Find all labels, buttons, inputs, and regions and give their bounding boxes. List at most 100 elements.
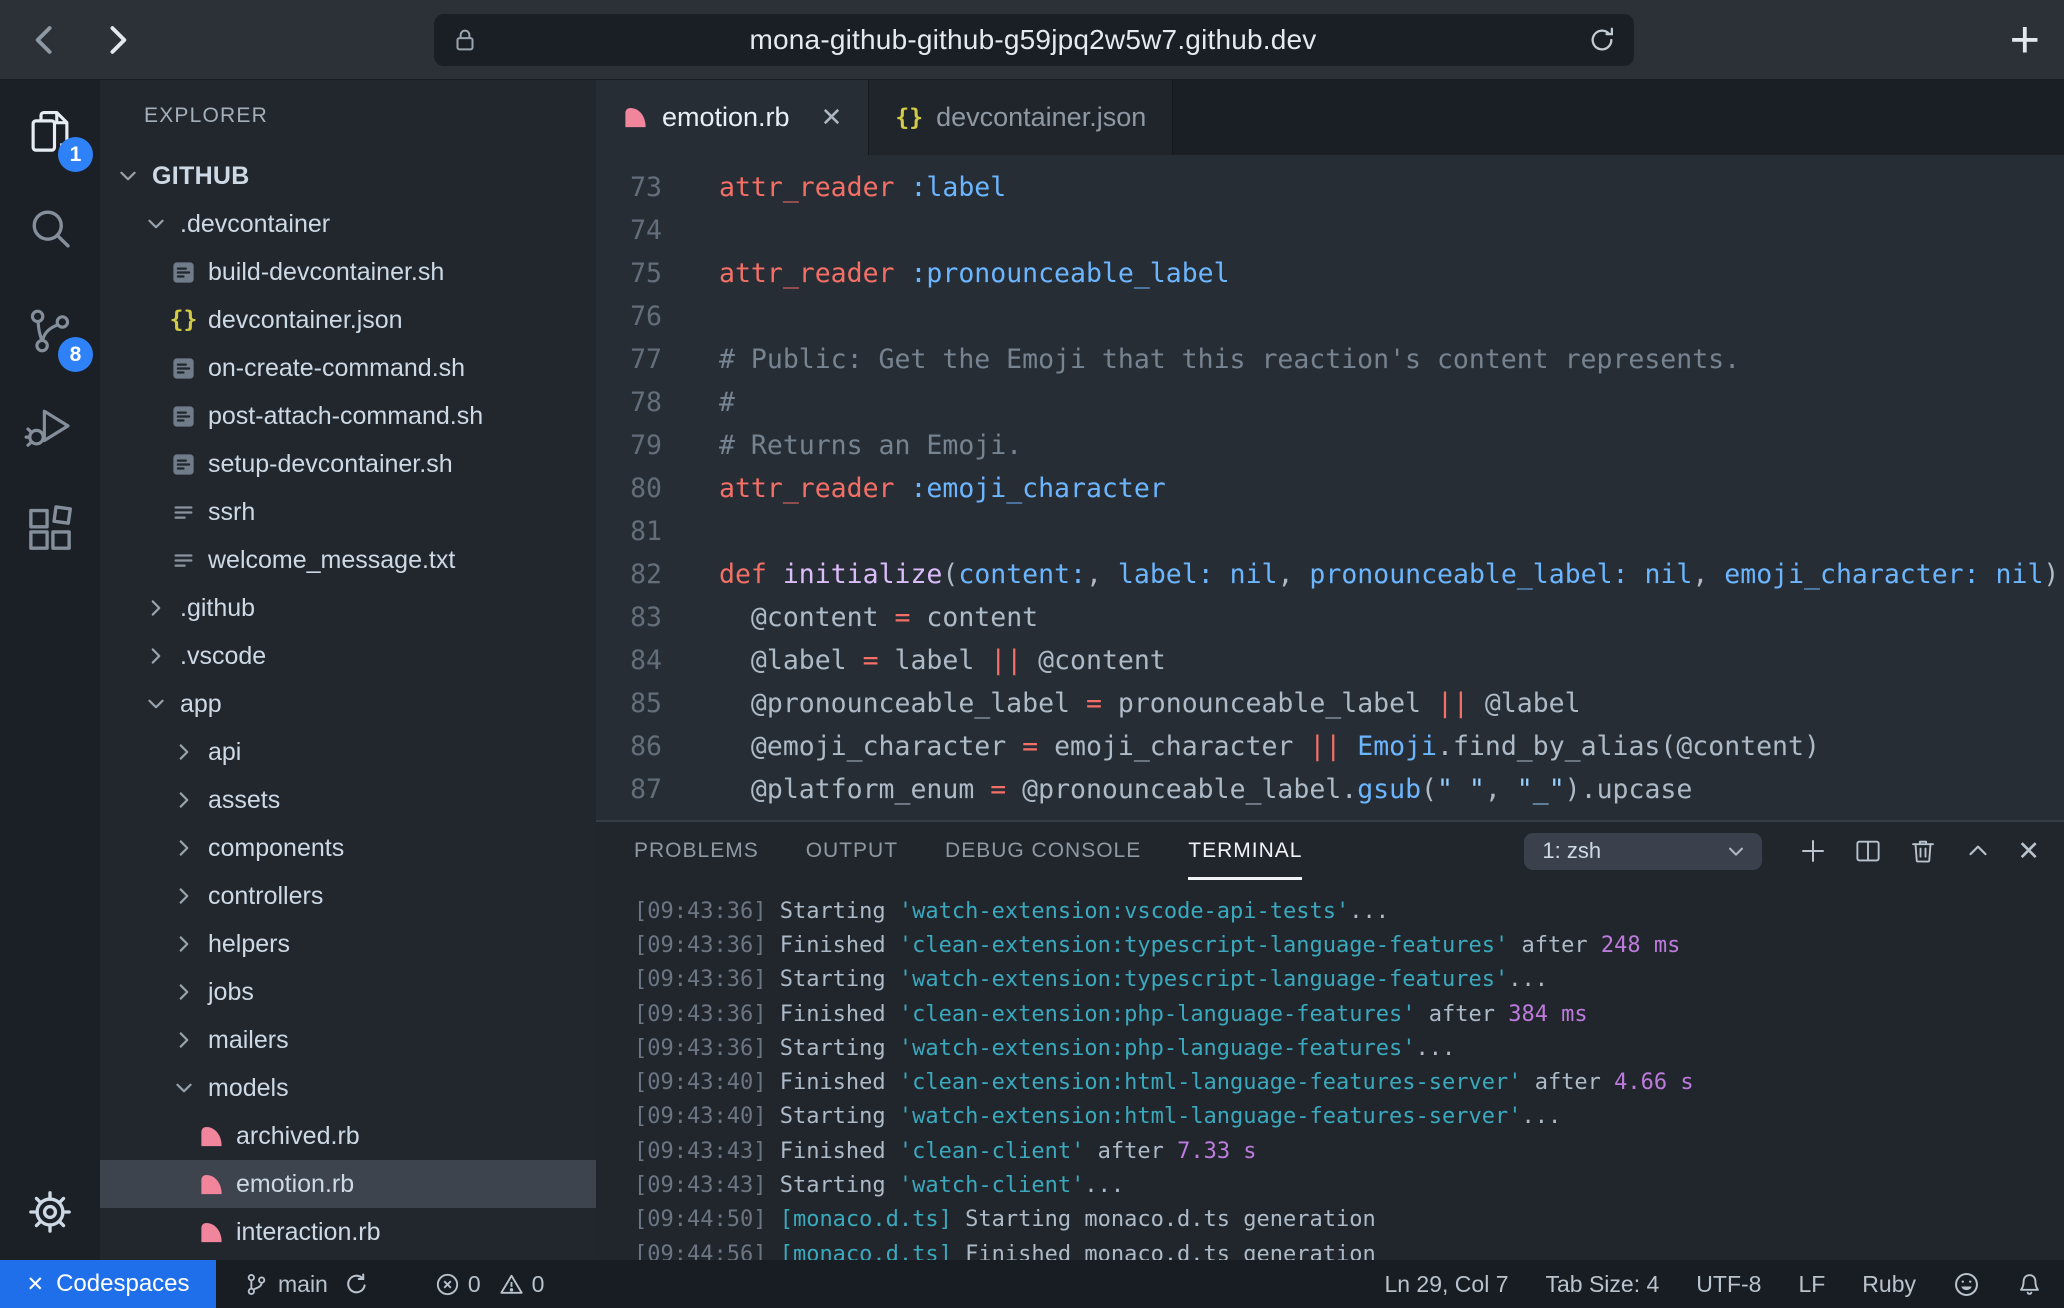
reload-icon[interactable] — [1586, 24, 1618, 56]
gear-icon — [25, 1187, 75, 1237]
eol-indicator[interactable]: LF — [1798, 1271, 1825, 1298]
tree-item-label: setup-devcontainer.sh — [208, 450, 453, 479]
settings-button[interactable] — [25, 1187, 75, 1237]
git-branch-icon — [244, 1272, 269, 1297]
code-editor[interactable]: 73attr_reader :label7475attr_reader :pro… — [596, 155, 2064, 820]
source-control-badge: 8 — [58, 337, 93, 372]
chevron-down-icon — [142, 211, 169, 238]
terminal-line: [09:43:36] Starting 'watch-extension:vsc… — [634, 894, 2064, 928]
browser-forward-button[interactable] — [94, 17, 140, 63]
tree-item-label: controllers — [208, 882, 323, 911]
feedback-smiley-icon[interactable] — [1953, 1271, 1980, 1298]
tree-item-emotion-rb[interactable]: emotion.rb — [100, 1160, 596, 1208]
terminal-output[interactable]: [09:43:36] Starting 'watch-extension:vsc… — [596, 880, 2064, 1260]
tree-item-api[interactable]: api — [100, 728, 596, 776]
tree-item-components[interactable]: components — [100, 824, 596, 872]
tree-item-label: archived.rb — [236, 1122, 360, 1151]
chevron-right-icon — [170, 979, 197, 1006]
tab-emotion-rb[interactable]: emotion.rb ✕ — [596, 80, 869, 155]
warning-count: 0 — [532, 1271, 545, 1298]
tree-item-label: emotion.rb — [236, 1170, 354, 1199]
tab-devcontainer-json[interactable]: {} devcontainer.json — [869, 80, 1173, 155]
notifications-bell-icon[interactable] — [2017, 1272, 2042, 1297]
tab-size-indicator[interactable]: Tab Size: 4 — [1545, 1271, 1659, 1298]
browser-back-button[interactable] — [22, 17, 68, 63]
tree-item-github[interactable]: GITHUB — [100, 152, 596, 200]
tree-item-ssrh[interactable]: ssrh — [100, 488, 596, 536]
tree-item-helpers[interactable]: helpers — [100, 920, 596, 968]
extensions-icon — [23, 502, 77, 556]
tab-label: emotion.rb — [662, 102, 790, 133]
sidebar-item-source-control[interactable]: 8 — [23, 304, 77, 358]
code-line-76: 76 — [596, 295, 2064, 338]
problems-indicator[interactable]: 0 0 — [435, 1271, 545, 1298]
sidebar-item-extensions[interactable] — [23, 502, 77, 556]
tab-output[interactable]: OUTPUT — [806, 822, 898, 880]
code-line-83: 83 @content = content — [596, 596, 2064, 639]
browser-address-bar[interactable]: mona-github-github-g59jpq2w5w7.github.de… — [434, 14, 1634, 66]
tree-item-build-devcontainer-sh[interactable]: build-devcontainer.sh — [100, 248, 596, 296]
file-tree: GITHUB .devcontainer build-devcontainer.sh… — [100, 152, 596, 1256]
tree-item-mailers[interactable]: mailers — [100, 1016, 596, 1064]
tree-item-interaction-rb[interactable]: interaction.rb — [100, 1208, 596, 1256]
trash-icon — [1908, 836, 1938, 866]
panel-header: PROBLEMS OUTPUT DEBUG CONSOLE TERMINAL 1… — [596, 822, 2064, 880]
tree-item-post-attach-command-sh[interactable]: post-attach-command.sh — [100, 392, 596, 440]
tab-problems[interactable]: PROBLEMS — [634, 822, 759, 880]
tab-debug-console[interactable]: DEBUG CONSOLE — [945, 822, 1141, 880]
run-debug-icon — [23, 400, 77, 454]
tree-item-assets[interactable]: assets — [100, 776, 596, 824]
tree-item-label: .devcontainer — [180, 210, 330, 239]
tree-item-label: post-attach-command.sh — [208, 402, 483, 431]
tree-item-devcontainer[interactable]: .devcontainer — [100, 200, 596, 248]
close-panel-button[interactable]: ✕ — [2017, 836, 2040, 867]
sh-file-icon — [170, 259, 197, 286]
codespaces-remote-indicator[interactable]: ✕ Codespaces — [0, 1260, 216, 1308]
maximize-panel-button[interactable] — [1962, 835, 1994, 867]
tree-item-on-create-command-sh[interactable]: on-create-command.sh — [100, 344, 596, 392]
code-line-81: 81 — [596, 510, 2064, 553]
tree-item-welcome-message-txt[interactable]: welcome_message.txt — [100, 536, 596, 584]
tree-item-label: welcome_message.txt — [208, 546, 455, 575]
terminal-line: [09:43:36] Starting 'watch-extension:php… — [634, 1031, 2064, 1065]
tree-item-github[interactable]: .github — [100, 584, 596, 632]
tree-item-label: helpers — [208, 930, 290, 959]
terminal-shell-select[interactable]: 1: zsh — [1524, 833, 1762, 870]
branch-indicator[interactable]: main — [244, 1271, 369, 1298]
encoding-indicator[interactable]: UTF-8 — [1696, 1271, 1761, 1298]
txt-file-icon — [170, 547, 197, 574]
tree-item-label: build-devcontainer.sh — [208, 258, 444, 287]
cursor-position[interactable]: Ln 29, Col 7 — [1384, 1271, 1508, 1298]
tree-item-models[interactable]: models — [100, 1064, 596, 1112]
close-tab-icon[interactable]: ✕ — [821, 102, 843, 133]
split-terminal-button[interactable] — [1852, 835, 1884, 867]
code-line-73: 73attr_reader :label — [596, 166, 2064, 209]
chevron-down-icon — [170, 1075, 197, 1102]
tree-item-setup-devcontainer-sh[interactable]: setup-devcontainer.sh — [100, 440, 596, 488]
new-tab-button[interactable]: + — [2010, 0, 2040, 80]
kill-terminal-button[interactable] — [1907, 835, 1939, 867]
tree-item-label: assets — [208, 786, 280, 815]
tree-item-archived-rb[interactable]: archived.rb — [100, 1112, 596, 1160]
tree-item-label: components — [208, 834, 344, 863]
tree-item-controllers[interactable]: controllers — [100, 872, 596, 920]
tree-item-label: mailers — [208, 1026, 289, 1055]
tree-item-app[interactable]: app — [100, 680, 596, 728]
sidebar-item-search[interactable] — [23, 202, 77, 256]
tree-item-vscode[interactable]: .vscode — [100, 632, 596, 680]
sidebar-item-run-debug[interactable] — [23, 400, 77, 454]
terminal-line: [09:43:43] Starting 'watch-client'... — [634, 1168, 2064, 1202]
tree-item-devcontainer-json[interactable]: {}devcontainer.json — [100, 296, 596, 344]
terminal-line: [09:43:36] Finished 'clean-extension:typ… — [634, 928, 2064, 962]
terminal-line: [09:43:40] Finished 'clean-extension:htm… — [634, 1065, 2064, 1099]
tree-item-jobs[interactable]: jobs — [100, 968, 596, 1016]
sync-icon[interactable] — [344, 1272, 369, 1297]
tab-terminal[interactable]: TERMINAL — [1188, 822, 1302, 880]
chevron-right-icon — [142, 643, 169, 670]
chevron-right-icon — [170, 835, 197, 862]
language-mode[interactable]: Ruby — [1862, 1271, 1916, 1298]
sidebar-item-explorer[interactable]: 1 — [23, 104, 77, 158]
chevron-down-icon — [1724, 839, 1748, 863]
new-terminal-button[interactable] — [1797, 835, 1829, 867]
ruby-file-icon — [198, 1171, 225, 1198]
